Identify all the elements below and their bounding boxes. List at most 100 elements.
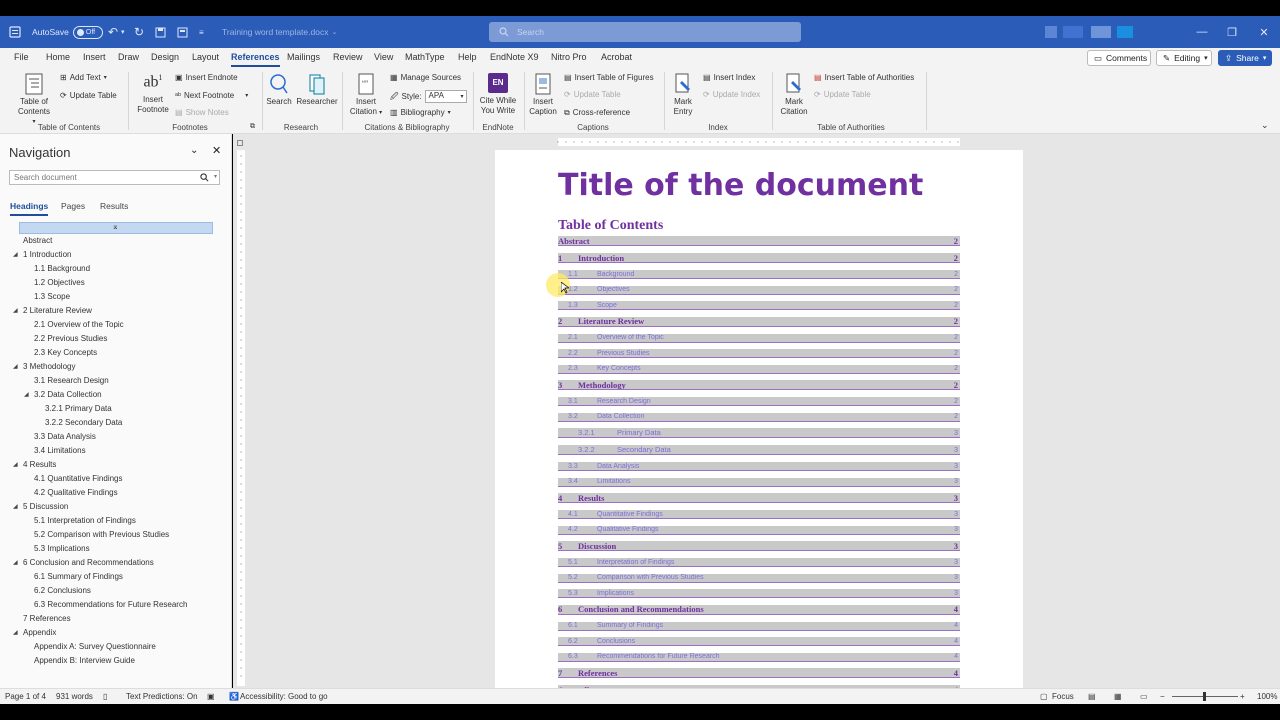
toc-heading[interactable]: Table of Contents — [558, 218, 663, 234]
nav-heading-item[interactable]: 4.2 Qualitative Findings — [34, 488, 118, 497]
toc-entry[interactable]: 3.1 Research Design 2 — [558, 397, 960, 406]
footnotes-dialog-launcher-icon[interactable]: ⧉ — [250, 122, 255, 132]
macro-icon[interactable]: ▣ — [207, 692, 215, 701]
mark-citation-button[interactable]: Mark Citation — [776, 73, 812, 117]
collapse-triangle-icon[interactable]: ◢ — [13, 251, 18, 258]
nav-heading-item[interactable]: 1.2 Objectives — [34, 278, 85, 287]
focus-icon[interactable]: ▢ — [1040, 692, 1048, 701]
tab-home[interactable]: Home — [46, 52, 70, 62]
toc-entry[interactable]: 1.1 Background 2 — [558, 270, 960, 279]
cross-reference-button[interactable]: ⧉ Cross-reference — [564, 108, 630, 118]
collapse-ribbon-icon[interactable]: ⌄ — [1261, 120, 1269, 130]
collapse-triangle-icon[interactable]: ◢ — [13, 461, 18, 468]
manage-sources-button[interactable]: ▦ Manage Sources — [390, 73, 461, 83]
tab-nitro-pro[interactable]: Nitro Pro — [551, 52, 587, 62]
toc-entry[interactable]: Abstract 2 — [558, 236, 960, 246]
word-app-icon[interactable] — [9, 16, 21, 48]
nav-heading-item[interactable]: Appendix — [23, 628, 56, 637]
tab-draw[interactable]: Draw — [118, 52, 139, 62]
nav-heading-item[interactable]: 3.2 Data Collection — [34, 390, 102, 399]
page-count[interactable]: Page 1 of 4 — [5, 692, 46, 701]
toc-entry[interactable]: 3.3 Data Analysis 3 — [558, 462, 960, 471]
cite-while-you-write-button[interactable]: EN Cite While You Write — [476, 73, 520, 116]
toc-entry[interactable]: 4.1 Quantitative Findings 3 — [558, 510, 960, 519]
tab-design[interactable]: Design — [151, 52, 179, 62]
toc-entry[interactable]: 3.4 Limitations 3 — [558, 477, 960, 487]
add-text-button[interactable]: ⊞ Add Text ▾ — [60, 73, 107, 83]
toc-entry[interactable]: 6.2 Conclusions 4 — [558, 637, 960, 646]
collapse-triangle-icon[interactable]: ◢ — [24, 391, 29, 398]
toc-entry[interactable]: 3.2 Data Collection 2 — [558, 412, 960, 422]
accessibility-status[interactable]: Accessibility: Good to go — [240, 692, 328, 701]
update-table-captions-button[interactable]: ⟳ Update Table — [564, 90, 621, 100]
toc-entry[interactable]: 5.1 Interpretation of Findings 3 — [558, 558, 960, 567]
text-predictions[interactable]: Text Predictions: On — [126, 692, 198, 701]
nav-heading-item[interactable]: 4.1 Quantitative Findings — [34, 474, 123, 483]
nav-selected-heading[interactable]: ⌅ — [19, 222, 213, 234]
search-research-button[interactable]: Search — [264, 73, 294, 107]
toc-entry[interactable]: 7 References 4 — [558, 668, 960, 678]
next-footnote-button[interactable]: ᵃᵇ Next Footnote ▾ — [175, 91, 248, 101]
update-table-button[interactable]: ⟳ Update Table — [60, 91, 117, 101]
zoom-slider-thumb[interactable] — [1203, 692, 1206, 701]
accessibility-icon[interactable]: ♿ — [229, 692, 239, 701]
toc-entry[interactable]: 1.2 Objectives 2 — [558, 285, 960, 295]
zoom-in-icon[interactable]: + — [1240, 692, 1245, 701]
nav-heading-item[interactable]: 1.1 Background — [34, 264, 90, 273]
tab-layout[interactable]: Layout — [192, 52, 219, 62]
search-options-chevron-icon[interactable]: ▾ — [214, 173, 217, 180]
nav-options-chevron-icon[interactable]: ⌄ — [190, 145, 198, 156]
tab-view[interactable]: View — [374, 52, 393, 62]
nav-tab-headings[interactable]: Headings — [10, 201, 49, 216]
toc-entry[interactable]: 2.3 Key Concepts 2 — [558, 364, 960, 374]
close-icon[interactable]: ✕ — [1248, 16, 1280, 48]
redo-icon[interactable]: ↻ — [134, 16, 144, 48]
insert-caption-button[interactable]: Insert Caption — [526, 73, 560, 117]
insert-table-of-figures-button[interactable]: ▤ Insert Table of Figures — [564, 73, 654, 83]
tab-insert[interactable]: Insert — [83, 52, 106, 62]
toc-entry[interactable]: 2.1 Overview of the Topic 2 — [558, 333, 960, 343]
tab-help[interactable]: Help — [458, 52, 477, 62]
collapse-triangle-icon[interactable]: ◢ — [13, 307, 18, 314]
nav-tab-results[interactable]: Results — [100, 201, 128, 211]
toc-entry[interactable]: 5.3 Implications 3 — [558, 589, 960, 598]
toc-entry[interactable]: 2 Literature Review 2 — [558, 316, 960, 327]
toc-entry[interactable]: 3.2.2 Secondary Data 3 — [558, 445, 960, 455]
zoom-out-icon[interactable]: − — [1160, 692, 1165, 701]
style-selector[interactable]: 🖉 Style: APA ▾ — [390, 90, 467, 103]
insert-endnote-button[interactable]: ▣ Insert Endnote — [175, 73, 238, 83]
account-area[interactable] — [1045, 16, 1155, 48]
nav-heading-item[interactable]: 1 Introduction — [23, 250, 71, 259]
nav-heading-item[interactable]: 2 Literature Review — [23, 306, 92, 315]
nav-heading-item[interactable]: 6.1 Summary of Findings — [34, 572, 123, 581]
document-filename[interactable]: Training word template.docx ⌄ — [222, 16, 337, 48]
nav-heading-item[interactable]: 6.3 Recommendations for Future Research — [34, 600, 187, 609]
nav-heading-item[interactable]: 1.3 Scope — [34, 292, 70, 301]
print-layout-icon[interactable]: ▦ — [1114, 692, 1122, 701]
style-dropdown[interactable]: APA ▾ — [424, 90, 467, 103]
autosave-switch[interactable]: Off — [72, 25, 103, 39]
toc-entry[interactable]: 3.2.1 Primary Data 3 — [558, 428, 960, 438]
toc-entry[interactable]: 3 Methodology 2 — [558, 380, 960, 390]
nav-heading-item[interactable]: Appendix B: Interview Guide — [34, 656, 135, 665]
nav-heading-item[interactable]: 5 Discussion — [23, 502, 68, 511]
toc-entry[interactable]: 5 Discussion 3 — [558, 541, 960, 551]
update-index-button[interactable]: ⟳ Update Index — [703, 90, 760, 100]
mark-entry-button[interactable]: Mark Entry — [668, 73, 698, 117]
nav-heading-item[interactable]: 4 Results — [23, 460, 56, 469]
insert-index-button[interactable]: ▤ Insert Index — [703, 73, 755, 83]
horizontal-ruler[interactable] — [495, 137, 1023, 147]
minimize-icon[interactable]: — — [1186, 16, 1218, 48]
nav-heading-item[interactable]: 5.2 Comparison with Previous Studies — [34, 530, 169, 539]
document-page[interactable]: Title of the document Table of Contents … — [495, 150, 1023, 688]
nav-heading-item[interactable]: 3 Methodology — [23, 362, 75, 371]
toc-entry[interactable]: 1 Introduction 2 — [558, 253, 960, 263]
undo-dropdown-icon[interactable]: ▾ — [121, 16, 125, 48]
bibliography-button[interactable]: ▥ Bibliography ▾ — [390, 108, 451, 118]
editing-mode-button[interactable]: ✎ Editing ▾ — [1156, 50, 1212, 66]
share-button[interactable]: ⇪ Share ▾ — [1218, 50, 1272, 66]
tab-acrobat[interactable]: Acrobat — [601, 52, 632, 62]
zoom-level[interactable]: 100% — [1257, 692, 1277, 701]
web-layout-icon[interactable]: ▭ — [1140, 692, 1148, 701]
researcher-button[interactable]: Researcher — [296, 73, 338, 107]
